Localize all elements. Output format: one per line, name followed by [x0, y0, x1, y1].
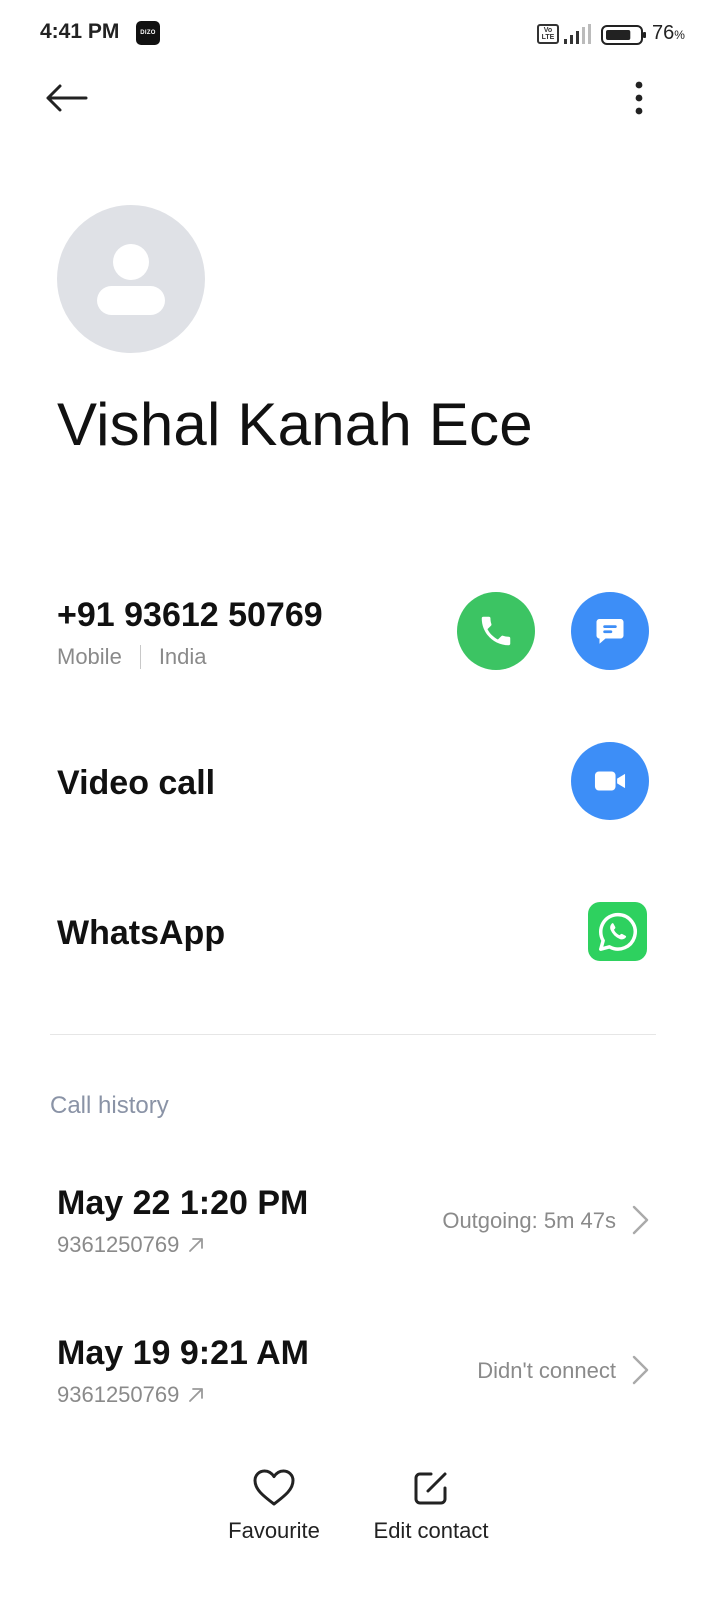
chevron-right-icon	[632, 1205, 649, 1235]
call-status: Outgoing: 5m 47s	[442, 1208, 616, 1233]
phone-region: India	[158, 644, 207, 669]
favourite-label: Favourite	[228, 1518, 320, 1543]
whatsapp-button[interactable]	[588, 902, 647, 961]
call-number-text: 9361250769	[57, 1382, 180, 1407]
call-button[interactable]	[457, 592, 535, 670]
contact-name: Vishal Kanah Ece	[57, 391, 533, 458]
arrow-left-icon	[46, 84, 88, 112]
video-call-label[interactable]: Video call	[57, 764, 215, 803]
person-icon	[97, 244, 165, 315]
call-date: May 19 9:21 AM	[57, 1334, 309, 1372]
edit-contact-button[interactable]: Edit contact	[358, 1468, 504, 1544]
more-options-button[interactable]	[614, 72, 664, 124]
video-call-button[interactable]	[571, 742, 649, 820]
phone-icon	[481, 616, 511, 646]
contact-avatar[interactable]	[57, 205, 205, 353]
status-bar: 4:41 PM DIZO Vo LTE 76%	[0, 0, 720, 68]
whatsapp-icon	[598, 912, 637, 951]
call-history-title: Call history	[50, 1092, 169, 1119]
back-button[interactable]	[36, 72, 96, 124]
more-vert-icon	[635, 81, 643, 115]
call-number: 9361250769	[57, 1382, 205, 1408]
whatsapp-label[interactable]: WhatsApp	[57, 914, 225, 953]
phone-number[interactable]: +91 93612 50769	[57, 596, 323, 635]
edit-contact-label: Edit contact	[373, 1518, 489, 1543]
message-button[interactable]	[571, 592, 649, 670]
call-status: Didn't connect	[477, 1358, 616, 1383]
section-divider	[50, 1034, 656, 1035]
volte-icon: Vo LTE	[537, 24, 559, 44]
signal-icon	[564, 24, 591, 44]
phone-type: Mobile	[57, 644, 122, 669]
battery-percent: 76%	[652, 22, 685, 44]
call-date: May 22 1:20 PM	[57, 1184, 309, 1222]
video-camera-icon	[594, 771, 626, 791]
heart-icon	[253, 1469, 295, 1506]
favourite-button[interactable]: Favourite	[214, 1468, 334, 1544]
battery-icon	[601, 25, 646, 45]
chevron-right-icon	[632, 1355, 649, 1385]
message-icon	[596, 619, 624, 644]
meta-divider	[139, 645, 141, 669]
outgoing-arrow-icon	[189, 1388, 204, 1402]
dizo-app-icon: DIZO	[136, 21, 160, 45]
edit-icon	[414, 1472, 447, 1505]
call-history-item[interactable]: May 22 1:20 PM 9361250769 Outgoing: 5m 4…	[0, 1184, 720, 1284]
call-number: 9361250769	[57, 1232, 205, 1258]
call-number-text: 9361250769	[57, 1232, 180, 1257]
outgoing-arrow-icon	[189, 1238, 204, 1252]
call-history-item[interactable]: May 19 9:21 AM 9361250769 Didn't connect	[0, 1334, 720, 1434]
phone-meta: Mobile India	[57, 644, 207, 670]
status-time: 4:41 PM	[40, 20, 120, 43]
